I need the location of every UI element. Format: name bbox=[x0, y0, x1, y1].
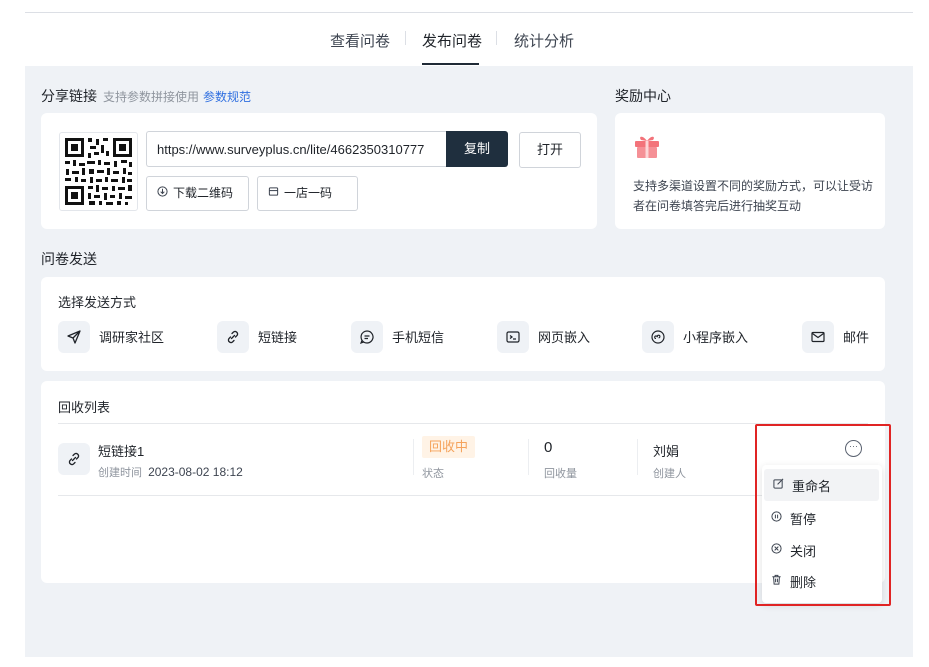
terminal-icon bbox=[497, 320, 529, 353]
method-label: 短链接 bbox=[258, 330, 298, 345]
active-tab-indicator bbox=[422, 63, 479, 65]
method-web-embed[interactable]: 网页嵌入 bbox=[497, 320, 590, 353]
miniprogram-icon bbox=[642, 320, 674, 353]
store-icon bbox=[268, 178, 280, 211]
method-email[interactable]: 邮件 bbox=[802, 320, 869, 353]
tab-separator bbox=[496, 31, 497, 45]
tab-separator bbox=[405, 31, 406, 45]
method-label: 网页嵌入 bbox=[538, 330, 591, 345]
collection-list-title: 回收列表 bbox=[58, 400, 111, 415]
highlight-box bbox=[755, 424, 891, 606]
reward-description: 支持多渠道设置不同的奖励方式，可以让受访者在问卷填答完后进行抽奖互动 bbox=[633, 179, 874, 213]
share-title: 分享链接 bbox=[41, 88, 97, 104]
send-methods-card: 选择发送方式 调研家社区 短链接 手机短信 网页嵌入 小程序嵌入 邮件 bbox=[41, 277, 885, 371]
method-short-link[interactable]: 短链接 bbox=[217, 320, 297, 353]
collection-count: 0 bbox=[544, 439, 553, 456]
copy-button[interactable]: 复制 bbox=[446, 131, 508, 167]
gift-icon bbox=[633, 133, 661, 162]
open-button[interactable]: 打开 bbox=[519, 132, 581, 168]
reward-section-title: 奖励中心 bbox=[615, 88, 671, 104]
tab-view-survey[interactable]: 查看问卷 bbox=[330, 30, 390, 51]
send-section-title: 问卷发送 bbox=[41, 251, 97, 267]
list-divider bbox=[58, 423, 868, 424]
download-icon bbox=[157, 178, 169, 211]
share-subtitle: 支持参数拼接使用 bbox=[103, 90, 200, 104]
link-icon bbox=[58, 443, 90, 475]
download-qr-button[interactable]: 下载二维码 bbox=[146, 176, 249, 211]
column-separator bbox=[413, 439, 414, 475]
send-methods-title: 选择发送方式 bbox=[58, 295, 137, 310]
method-sms[interactable]: 手机短信 bbox=[351, 320, 444, 353]
share-url-field[interactable]: https://www.surveyplus.cn/lite/466235031… bbox=[146, 131, 446, 167]
method-label: 邮件 bbox=[843, 330, 870, 345]
creator-name: 刘娟 bbox=[653, 444, 680, 459]
one-store-code-button[interactable]: 一店一码 bbox=[257, 176, 358, 211]
paper-plane-icon bbox=[58, 320, 90, 353]
sms-icon bbox=[351, 320, 383, 353]
status-label: 状态 bbox=[422, 468, 444, 480]
reward-card[interactable]: 支持多渠道设置不同的奖励方式，可以让受访者在问卷填答完后进行抽奖互动 bbox=[615, 113, 885, 229]
method-label: 小程序嵌入 bbox=[683, 330, 749, 345]
share-section-title: 分享链接 支持参数拼接使用 参数规范 bbox=[41, 86, 251, 106]
tab-statistics[interactable]: 统计分析 bbox=[514, 30, 574, 51]
method-miniprogram-embed[interactable]: 小程序嵌入 bbox=[642, 320, 748, 353]
param-spec-link[interactable]: 参数规范 bbox=[203, 90, 251, 104]
list-divider bbox=[58, 495, 868, 496]
created-time-label: 创建时间 bbox=[98, 467, 142, 479]
qr-code bbox=[59, 132, 138, 211]
column-separator bbox=[528, 439, 529, 475]
created-time-value: 2023-08-02 18:12 bbox=[148, 465, 243, 479]
method-label: 调研家社区 bbox=[99, 330, 165, 345]
collection-name[interactable]: 短链接1 bbox=[98, 441, 144, 460]
column-separator bbox=[637, 439, 638, 475]
method-label: 手机短信 bbox=[392, 330, 445, 345]
collection-count-label: 回收量 bbox=[544, 468, 577, 480]
tab-bar: 查看问卷 发布问卷 统计分析 bbox=[25, 13, 913, 66]
creator-label: 创建人 bbox=[653, 468, 686, 480]
created-time-row: 创建时间 2023-08-02 18:12 bbox=[98, 464, 243, 480]
mail-icon bbox=[802, 320, 834, 353]
link-icon bbox=[217, 320, 249, 353]
method-research-community[interactable]: 调研家社区 bbox=[58, 320, 164, 353]
share-card: https://www.surveyplus.cn/lite/466235031… bbox=[41, 113, 597, 229]
status-badge: 回收中 bbox=[422, 436, 476, 458]
download-qr-label: 下载二维码 bbox=[173, 186, 234, 200]
one-store-code-label: 一店一码 bbox=[284, 186, 333, 200]
tab-publish-survey[interactable]: 发布问卷 bbox=[422, 30, 482, 51]
